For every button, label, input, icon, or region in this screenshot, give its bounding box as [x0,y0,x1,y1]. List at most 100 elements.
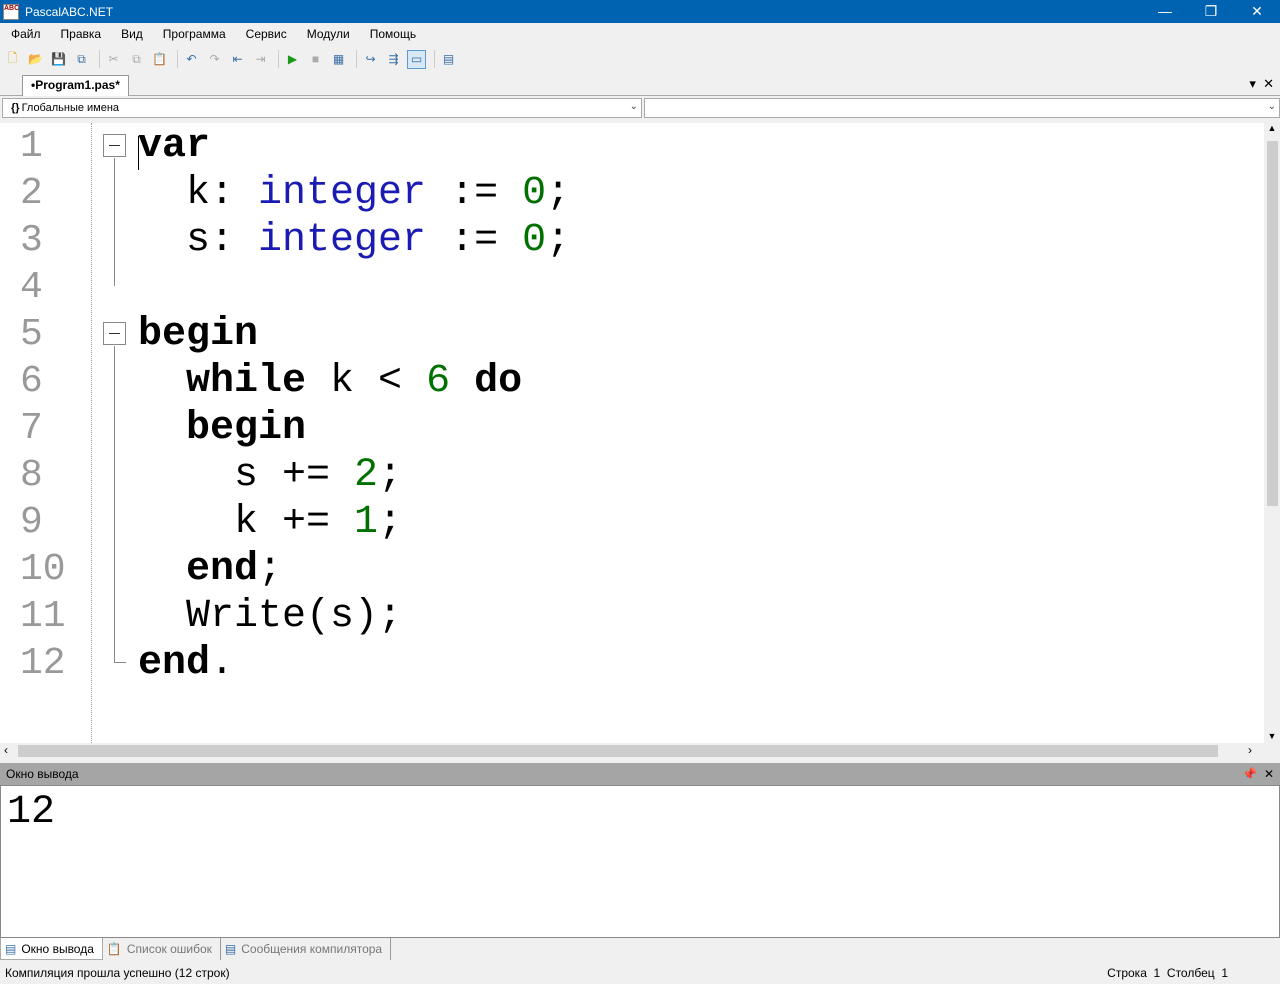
output-panel-header: Окно вывода 📌 ✕ [0,763,1280,785]
menu-edit[interactable]: Правка [50,27,111,41]
tab-errors-label: Список ошибок [126,942,212,956]
save-all-icon[interactable]: ⧉ [72,50,91,69]
code-line[interactable]: end; [138,546,282,593]
tab-compiler-messages[interactable]: ▤ Сообщения компилятора [221,938,392,960]
number-token: 0 [522,218,547,263]
menu-modules[interactable]: Модули [296,27,359,41]
type-token: integer [258,218,427,263]
error-list-icon: 📋 [106,942,122,956]
paste-icon[interactable]: 📋 [150,50,169,69]
code-line[interactable]: k: integer := 0; [138,170,570,217]
line-number: 9 [20,501,43,544]
status-bar: Компиляция прошла успешно (12 строк) Стр… [0,962,1280,984]
close-tab-icon[interactable]: ✕ [1263,76,1274,91]
output-window-icon[interactable]: ▭ [407,49,426,69]
number-token: 0 [522,171,547,216]
scope-icon: {} [11,102,20,114]
scroll-right-icon[interactable]: › [1248,743,1252,757]
fold-line [114,346,115,663]
forward-icon[interactable]: ⇥ [251,50,270,69]
menu-view[interactable]: Вид [110,27,152,41]
vertical-scroll-thumb[interactable] [1267,141,1278,506]
open-icon[interactable]: 📂 [26,50,45,69]
code-token: := [426,218,523,263]
redo-icon[interactable]: ↷ [205,50,224,69]
code-line[interactable]: Write(s); [138,593,402,640]
stop-icon[interactable]: ■ [306,50,325,69]
keyword-token: begin [138,312,259,357]
tab-output[interactable]: ▤ Окно вывода [0,938,103,960]
member-combo[interactable]: ⌄ [644,98,1280,118]
back-icon[interactable]: ⇤ [228,50,247,69]
output-panel-title: Окно вывода [6,767,79,781]
close-button[interactable]: ✕ [1234,3,1280,20]
menu-program[interactable]: Программа [152,27,235,41]
code-line[interactable]: begin [138,405,306,452]
code-token: k < [306,359,427,404]
toolbar-separator [356,50,357,68]
menu-service[interactable]: Сервис [235,27,296,41]
toolbar-separator [278,50,279,68]
toolbar-separator [434,50,435,68]
code-token: Write(s); [138,594,403,639]
step-into-icon[interactable]: ↪ [361,50,380,69]
scroll-left-icon[interactable]: ‹ [4,743,8,757]
code-token: s += [138,453,355,498]
minimize-button[interactable]: — [1142,3,1188,20]
line-number: 10 [20,548,66,591]
maximize-button[interactable]: ❐ [1188,3,1234,20]
line-number: 7 [20,407,43,450]
keyword-token: var [138,124,211,169]
scope-combo[interactable]: {} Глобальные имена ⌄ [2,98,642,118]
debug-window-icon[interactable]: ▤ [439,50,458,69]
close-panel-icon[interactable]: ✕ [1264,767,1274,781]
code-token: k: [138,171,259,216]
title-bar: ABC PascalABC.NET — ❐ ✕ [0,0,1280,23]
scroll-down-icon[interactable]: ▼ [1264,731,1280,741]
compile-icon[interactable]: ▦ [329,50,348,69]
fold-toggle-var[interactable] [103,134,126,157]
code-line[interactable]: k += 1; [138,499,402,546]
scroll-up-icon[interactable]: ▲ [1264,123,1280,133]
code-editor[interactable]: 1 var 2 k: integer := 0; 3 s: integer := 0;… [0,123,1264,743]
row-label: Строка [1107,966,1147,980]
menu-help[interactable]: Помощь [359,27,425,41]
step-over-icon[interactable]: ⇶ [384,50,403,69]
tab-errors[interactable]: 📋 Список ошибок [103,938,221,960]
undo-icon[interactable]: ↶ [182,50,201,69]
line-number: 6 [20,360,43,403]
line-number: 4 [20,266,43,309]
number-token: 6 [426,359,451,404]
output-window[interactable]: 12 [0,785,1280,938]
pin-icon[interactable]: 📌 [1242,767,1257,781]
tab-list-icon[interactable]: ▾ [1249,76,1256,91]
line-number: 8 [20,454,43,497]
horizontal-scroll-thumb[interactable] [18,745,1218,757]
code-token: s: [138,218,259,263]
horizontal-scrollbar[interactable]: ‹ › [0,743,1264,759]
fold-line [114,158,115,286]
vertical-scrollbar[interactable]: ▲ ▼ [1264,123,1280,743]
bottom-tabs: ▤ Окно вывода 📋 Список ошибок ▤ Сообщения к… [0,938,1280,960]
tab-program1[interactable]: •Program1.pas* [22,75,129,96]
code-line[interactable]: begin [138,311,258,358]
code-line[interactable]: var [138,123,210,170]
code-line[interactable]: s += 2; [138,452,402,499]
code-line[interactable]: while k < 6 do [138,358,522,405]
code-line[interactable]: end. [138,640,234,687]
run-icon[interactable]: ▶ [283,50,302,69]
save-icon[interactable]: 💾 [49,50,68,69]
app-icon: ABC [3,3,19,20]
cut-icon[interactable]: ✂ [104,50,123,69]
fold-toggle-begin[interactable] [103,322,126,345]
code-token: ; [258,547,283,592]
keyword-token: while [186,359,307,404]
new-file-icon[interactable]: 🗋 [3,50,22,69]
menu-file[interactable]: Файл [0,27,50,41]
copy-icon[interactable]: ⧉ [127,50,146,69]
code-line[interactable]: s: integer := 0; [138,217,570,264]
